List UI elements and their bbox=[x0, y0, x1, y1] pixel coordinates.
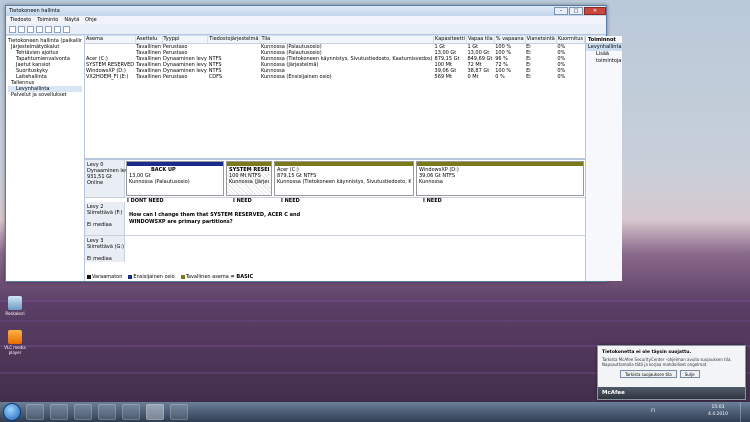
table-row[interactable]: VX2HOEM_FI (E:) Tavallinen Perustaso CDFS Ku… bbox=[85, 74, 585, 80]
column-filesystem[interactable]: Tiedostojärjestelmä bbox=[207, 36, 261, 44]
desktop-icon-recycle-bin[interactable]: Roskakori bbox=[4, 296, 26, 316]
disk-0-row: Levy 0 Dynaaminen levy 931,51 Gt Online BAC… bbox=[85, 160, 586, 198]
menu-bar: Tiedosto Toiminto Näytä Ohje bbox=[6, 16, 606, 24]
column-status[interactable]: Tila bbox=[259, 36, 435, 44]
properties-icon[interactable] bbox=[36, 25, 43, 33]
export-icon[interactable] bbox=[63, 25, 70, 33]
notification-title: Tietokonetta ei ole täysin suojattu. bbox=[602, 350, 692, 355]
up-icon[interactable] bbox=[27, 25, 34, 33]
actions-pane: Toiminnot Levynhallinta Lisää toimintoja bbox=[586, 36, 622, 281]
partition-system-reserved[interactable]: SYSTEM RESERVED100 Mt NTFSKunnossa (Järj… bbox=[226, 161, 272, 196]
back-icon[interactable] bbox=[9, 25, 16, 33]
notification-close-button[interactable]: Sulje bbox=[679, 370, 700, 378]
annotation-question: How can I change them that SYSTEM RESERV… bbox=[129, 212, 301, 225]
menu-action[interactable]: Toiminto bbox=[37, 17, 58, 23]
minimize-button[interactable]: – bbox=[554, 7, 568, 15]
column-volume[interactable]: Asema bbox=[85, 36, 136, 44]
explorer-icon[interactable] bbox=[50, 404, 68, 420]
help-icon[interactable] bbox=[45, 25, 52, 33]
column-free-space[interactable]: Vapaa tila bbox=[466, 36, 495, 44]
ie-icon[interactable] bbox=[26, 404, 44, 420]
recycle-bin-icon bbox=[8, 296, 22, 310]
column-layout[interactable]: Asettelu bbox=[135, 36, 163, 44]
tree-item-services[interactable]: Palvelut ja sovellukset bbox=[8, 92, 82, 98]
disk-0-label[interactable]: Levy 0 Dynaaminen levy 931,51 Gt Online bbox=[85, 160, 131, 197]
refresh-icon[interactable] bbox=[54, 25, 61, 33]
menu-help[interactable]: Ohje bbox=[85, 17, 97, 23]
media-player-icon[interactable] bbox=[74, 404, 92, 420]
taskbar: FI 15:03 4.4.2010 bbox=[0, 402, 750, 422]
actions-title: Toiminnot bbox=[586, 36, 622, 44]
close-button[interactable]: ✕ bbox=[584, 7, 606, 15]
column-capacity[interactable]: Kapasiteetti bbox=[433, 36, 467, 44]
vlc-icon[interactable] bbox=[98, 404, 116, 420]
navigation-tree: Tietokoneen hallinta (paikallin Järjeste… bbox=[6, 36, 85, 281]
column-fault-tolerance[interactable]: Vianetsintä bbox=[525, 36, 557, 44]
maximize-button[interactable]: □ bbox=[569, 7, 583, 15]
computer-management-window: Tietokoneen hallinta – □ ✕ Tiedosto Toim… bbox=[5, 5, 622, 282]
disk-3-label[interactable]: Levy 3 Siirrettävä (G:) Ei mediaa bbox=[85, 236, 125, 262]
annotation-needs: I DONT NEED I NEED I NEED I NEED bbox=[127, 198, 442, 204]
show-desktop-button[interactable] bbox=[740, 402, 750, 422]
notification-body: Tarkista McAfee SecurityCenter -ohjelman… bbox=[602, 357, 732, 367]
disk-3-row: Levy 3 Siirrettävä (G:) Ei mediaa bbox=[85, 236, 585, 262]
computer-management-task-icon[interactable] bbox=[146, 404, 164, 420]
vlc-cone-icon bbox=[8, 330, 22, 344]
desktop-icon-vlc[interactable]: VLC media player bbox=[4, 330, 26, 355]
actions-section-disk-management[interactable]: Levynhallinta bbox=[586, 44, 622, 51]
program-icon[interactable] bbox=[122, 404, 140, 420]
start-button[interactable] bbox=[3, 403, 21, 421]
more-actions-link[interactable]: Lisää toimintoja bbox=[586, 51, 621, 64]
menu-view[interactable]: Näytä bbox=[64, 17, 79, 23]
check-protection-button[interactable]: Tarkista suojauksen tila bbox=[620, 370, 677, 378]
partition-windowsxp-d[interactable]: WindowsXP (D:) 39,06 Gt NTFS Kunnossa bbox=[416, 161, 585, 196]
title-bar: Tietokoneen hallinta – □ ✕ bbox=[6, 6, 606, 16]
partition-back-up[interactable]: BACK UP 13,00 Gt Kunnossa (Palautusosio) bbox=[126, 161, 224, 196]
language-indicator[interactable]: FI bbox=[651, 409, 655, 414]
disk-legend: Varaamaton Ensisijainen osio Tavallinen … bbox=[87, 274, 253, 280]
firefox-icon[interactable] bbox=[170, 404, 188, 420]
partition-acer-c[interactable]: Acer (C:) 879,15 Gt NTFS Kunnossa (Tietoko… bbox=[274, 161, 414, 196]
mcafee-logo: McAfee bbox=[598, 387, 745, 399]
window-title: Tietokoneen hallinta bbox=[9, 8, 60, 14]
menu-file[interactable]: Tiedosto bbox=[10, 17, 31, 23]
column-percent-free[interactable]: % vapaana bbox=[494, 36, 526, 44]
mcafee-notification: Tietokonetta ei ole täysin suojattu. Tar… bbox=[597, 345, 746, 400]
disk-map: Levy 0 Dynaaminen levy 931,51 Gt Online BAC… bbox=[85, 158, 586, 281]
column-overhead[interactable]: Kuormitus bbox=[556, 36, 586, 44]
volume-list: Asema Asettelu Tyyppi Tiedostojärjestelm… bbox=[85, 36, 586, 158]
forward-icon[interactable] bbox=[18, 25, 25, 33]
disk-2-label[interactable]: Levy 2 Siirrettävä (F:) Ei mediaa bbox=[85, 202, 125, 235]
toolbar bbox=[6, 24, 606, 35]
column-type[interactable]: Tyyppi bbox=[162, 36, 209, 44]
clock[interactable]: 15:03 4.4.2010 bbox=[708, 404, 728, 418]
